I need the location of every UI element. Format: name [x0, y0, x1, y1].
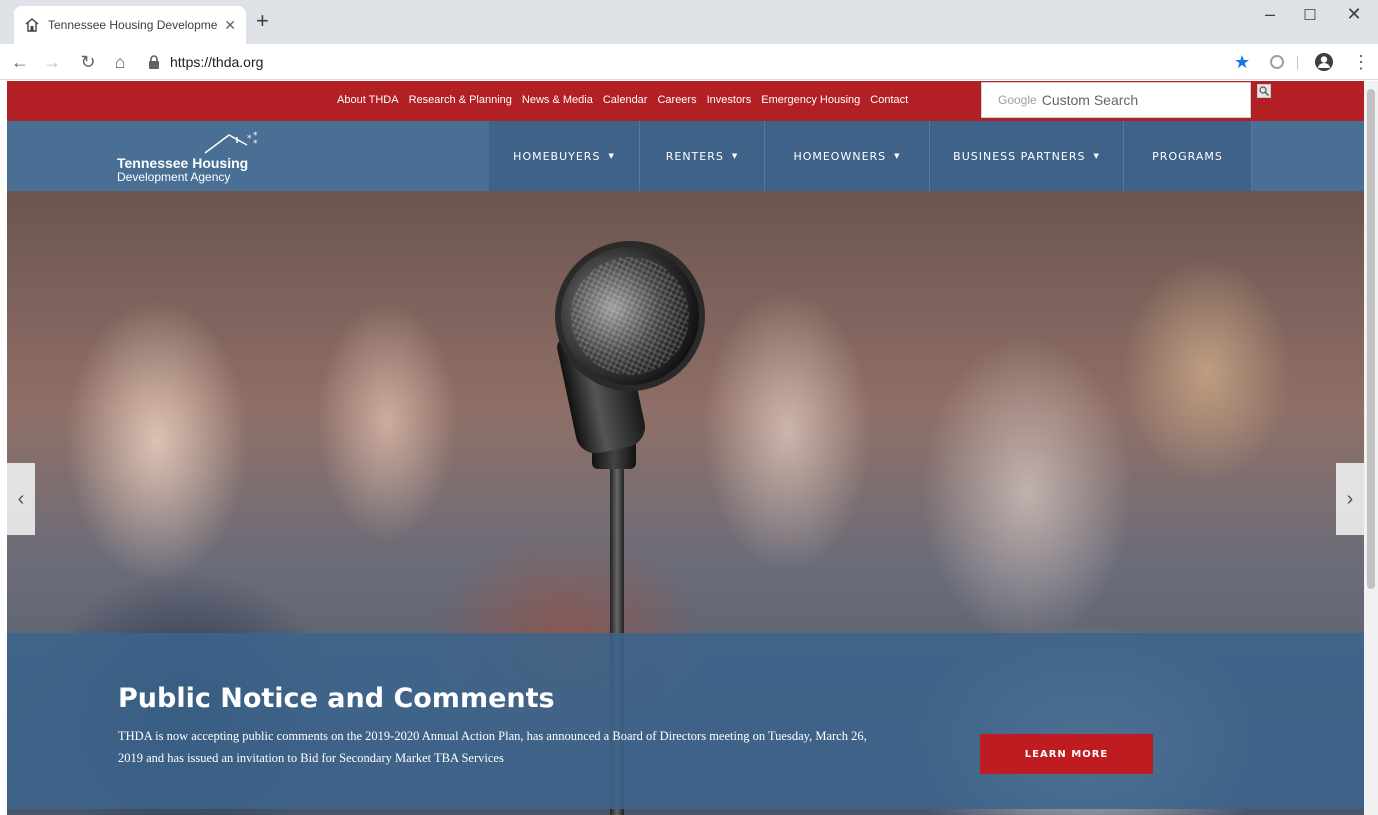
util-link-emergency-housing[interactable]: Emergency Housing	[761, 94, 860, 106]
extension-icon[interactable]	[1270, 55, 1284, 69]
main-navigation: * * * Tennessee Housing Development Agen…	[7, 121, 1364, 191]
util-link-calendar[interactable]: Calendar	[603, 94, 648, 106]
util-link-news[interactable]: News & Media	[522, 94, 593, 106]
chevron-down-icon: ▼	[731, 152, 739, 160]
slider-next-button[interactable]: ›	[1336, 463, 1364, 535]
util-link-contact[interactable]: Contact	[870, 94, 908, 106]
page-scrollbar[interactable]	[1364, 81, 1378, 815]
nav-renters[interactable]: RENTERS ▼	[640, 121, 765, 191]
search-placeholder: Custom Search	[1041, 92, 1139, 108]
browser-toolbar: ← → ↻ ⌂ https://thda.org ★ ⋮	[0, 44, 1378, 80]
hero-title: Public Notice and Comments	[118, 683, 555, 714]
address-bar[interactable]: https://thda.org	[140, 48, 1220, 76]
search-input[interactable]: Google Custom Search	[981, 82, 1251, 118]
star-icon[interactable]: ★	[1234, 52, 1250, 72]
browser-tabstrip: Tennessee Housing Developmen ✕ + – ☐ ✕	[0, 0, 1378, 44]
learn-more-button[interactable]: LEARN MORE	[980, 734, 1153, 774]
thda-favicon-icon	[24, 17, 40, 33]
logo-line1: Tennessee Housing	[117, 155, 249, 171]
window-minimize-button[interactable]: –	[1250, 4, 1290, 25]
svg-text:*: *	[253, 139, 258, 149]
lock-icon	[148, 55, 162, 69]
nav-homebuyers[interactable]: HOMEBUYERS ▼	[489, 121, 640, 191]
search-icon[interactable]	[1257, 84, 1271, 98]
scrollbar-thumb[interactable]	[1367, 89, 1375, 589]
util-link-research[interactable]: Research & Planning	[409, 94, 512, 106]
microphone-head-image	[533, 219, 727, 413]
utility-links: About THDA Research & Planning News & Me…	[337, 94, 908, 106]
profile-icon[interactable]	[1314, 52, 1334, 72]
url-text: https://thda.org	[170, 54, 264, 70]
chevron-down-icon: ▼	[608, 152, 615, 160]
browser-tab[interactable]: Tennessee Housing Developmen ✕	[14, 6, 246, 44]
nav-homeowners[interactable]: HOMEOWNERS ▼	[765, 121, 930, 191]
back-icon[interactable]: ←	[8, 50, 32, 74]
window-maximize-button[interactable]: ☐	[1290, 6, 1330, 24]
house-roof-icon: * * *	[204, 131, 258, 154]
nav-homebuyers-label: HOMEBUYERS	[513, 149, 601, 163]
main-nav-items: HOMEBUYERS ▼ RENTERS ▼ HOMEOWNERS ▼ BUSI…	[489, 121, 1252, 191]
chevron-down-icon: ▼	[1093, 152, 1100, 160]
chevron-down-icon: ▼	[894, 152, 901, 160]
window-close-button[interactable]: ✕	[1334, 4, 1374, 25]
hero-text: THDA is now accepting public comments on…	[118, 729, 867, 765]
nav-business-partners-label: BUSINESS PARTNERS	[953, 149, 1086, 163]
slider-prev-button[interactable]: ‹	[7, 463, 35, 535]
toolbar-divider	[1297, 56, 1298, 70]
svg-text:*: *	[247, 134, 252, 144]
nav-programs[interactable]: PROGRAMS	[1124, 121, 1252, 191]
nav-homeowners-label: HOMEOWNERS	[793, 149, 887, 163]
reload-icon[interactable]: ↻	[76, 50, 100, 74]
hero-slider: ‹ › Public Notice and Comments THDA is n…	[7, 191, 1364, 815]
nav-business-partners[interactable]: BUSINESS PARTNERS ▼	[930, 121, 1124, 191]
forward-icon[interactable]: →	[40, 50, 64, 74]
nav-renters-label: RENTERS	[665, 149, 724, 163]
hero-caption: Public Notice and Comments THDA is now a…	[7, 633, 1364, 809]
logo-line2: Development Agency	[117, 170, 231, 184]
util-link-about[interactable]: About THDA	[337, 94, 399, 106]
utility-bar: About THDA Research & Planning News & Me…	[7, 81, 1364, 121]
tab-title: Tennessee Housing Developmen	[48, 18, 219, 32]
nav-programs-label: PROGRAMS	[1152, 149, 1223, 163]
tab-close-icon[interactable]: ✕	[224, 17, 236, 34]
thda-logo[interactable]: * * * Tennessee Housing Development Agen…	[117, 131, 287, 184]
website-viewport: About THDA Research & Planning News & Me…	[7, 81, 1364, 815]
new-tab-button[interactable]: +	[256, 10, 269, 32]
menu-icon[interactable]: ⋮	[1352, 50, 1370, 74]
util-link-careers[interactable]: Careers	[657, 94, 696, 106]
util-link-investors[interactable]: Investors	[707, 94, 752, 106]
home-icon[interactable]: ⌂	[108, 50, 132, 74]
search-brand: Google	[998, 93, 1037, 107]
